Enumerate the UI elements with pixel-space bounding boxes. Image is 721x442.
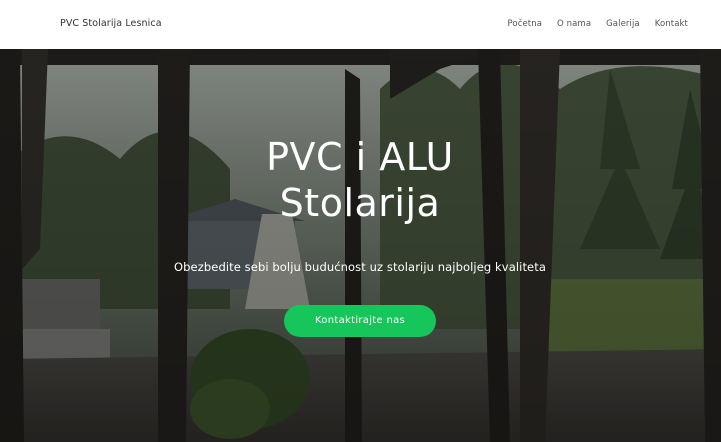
nav-item-kontakt[interactable]: Kontakt: [655, 19, 688, 29]
hero-title: PVC i ALU Stolarija: [160, 134, 560, 226]
hero-section: PVC i ALU Stolarija Obezbedite sebi bolj…: [0, 49, 721, 442]
contact-cta-button[interactable]: Kontaktirajte nas: [284, 305, 436, 337]
nav-item-pocetna[interactable]: Početna: [507, 19, 542, 29]
nav-item-o-nama[interactable]: O nama: [557, 19, 591, 29]
hero-content: PVC i ALU Stolarija Obezbedite sebi bolj…: [0, 49, 721, 442]
hero-title-line1: PVC i ALU: [266, 135, 454, 179]
navbar: PVC Stolarija Lesnica Početna O nama Gal…: [0, 0, 721, 49]
main-nav: Početna O nama Galerija Kontakt: [507, 19, 688, 29]
hero-subtitle: Obezbedite sebi bolju budućnost uz stola…: [174, 260, 546, 274]
brand-logo[interactable]: PVC Stolarija Lesnica: [60, 18, 162, 29]
nav-item-galerija[interactable]: Galerija: [606, 19, 640, 29]
hero-title-line2: Stolarija: [279, 181, 441, 225]
